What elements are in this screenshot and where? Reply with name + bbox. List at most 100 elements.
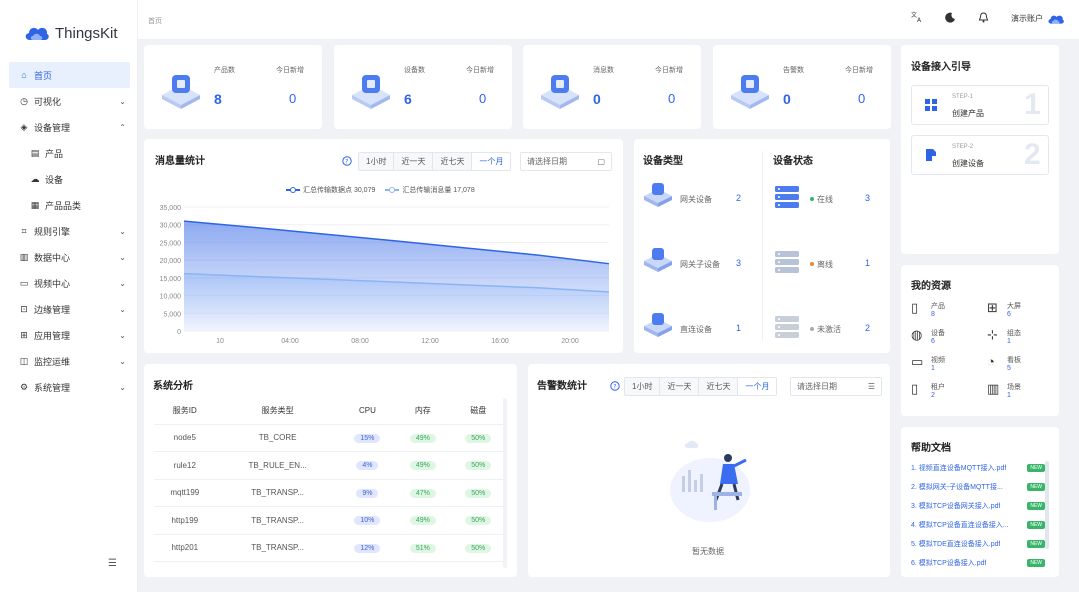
sidebar-item-6[interactable]: ⌗ 规则引擎 ⌄ bbox=[9, 218, 130, 244]
help-doc-link[interactable]: 6. 模拟TCP设备接入.pdf NEW bbox=[911, 558, 1045, 568]
resource-6[interactable]: ▯ 租户 2 bbox=[911, 382, 945, 400]
x-tick-label: 20:00 bbox=[561, 338, 579, 345]
device-type-title: 设备类型 bbox=[643, 156, 683, 167]
resource-0[interactable]: ▯ 产品 8 bbox=[911, 301, 945, 319]
help-circle-icon[interactable]: ? bbox=[342, 156, 352, 166]
stat-today-label: 今日新增 bbox=[845, 67, 873, 74]
legend-dot bbox=[389, 187, 396, 193]
logo[interactable]: ThingsKit bbox=[24, 24, 118, 42]
guide-step-0[interactable]: STEP-1 创建产品 1 bbox=[911, 85, 1049, 125]
table-row: rule12 TB_RULE_EN... 4% 49% 50% bbox=[154, 451, 506, 480]
message-date-picker[interactable]: 请选择日期 ▢ bbox=[520, 152, 612, 171]
usage-pill: 50% bbox=[465, 543, 492, 553]
video-icon: ▭ bbox=[19, 277, 29, 288]
guide-step-name: 创建设备 bbox=[952, 159, 984, 168]
table-cell: http201 bbox=[154, 534, 216, 562]
bell-icon[interactable] bbox=[978, 11, 989, 26]
legend-swatch bbox=[385, 187, 400, 193]
legend-swatch bbox=[286, 187, 300, 193]
sidebar-item-1[interactable]: ◷ 可视化 ⌄ bbox=[9, 88, 130, 114]
table-row: http199 TB_TRANSP... 10% 49% 50% bbox=[154, 506, 506, 535]
sidebar-item-9[interactable]: ⊡ 边缘管理 ⌄ bbox=[9, 296, 130, 322]
tab-0[interactable]: 1小时 bbox=[359, 153, 395, 170]
resource-1[interactable]: ⊞ 大屏 6 bbox=[987, 301, 1021, 319]
device-type-icon-0 bbox=[642, 180, 674, 211]
cell-text: rule12 bbox=[173, 460, 196, 470]
stat-title: 设备数 bbox=[404, 67, 425, 74]
monitor-icon: ◫ bbox=[19, 355, 29, 366]
resource-3[interactable]: ⊹ 组态 1 bbox=[987, 328, 1021, 346]
sidebar-item-label: 监控运维 bbox=[34, 356, 71, 367]
y-tick-label: 20,000 bbox=[160, 258, 182, 265]
help-doc-link[interactable]: 4. 模拟TCP设备直连设备接入... NEW bbox=[911, 520, 1045, 530]
svg-text:?: ? bbox=[345, 158, 348, 165]
help-doc-link[interactable]: 2. 模拟网关-子设备MQTT接... NEW bbox=[911, 482, 1045, 492]
table-cell: 49% bbox=[395, 424, 451, 452]
category-icon: ▦ bbox=[30, 199, 40, 210]
resource-value: 2 bbox=[931, 392, 935, 399]
sidebar-item-7[interactable]: ▥ 数据中心 ⌄ bbox=[9, 244, 130, 270]
tab-1[interactable]: 近一天 bbox=[394, 153, 434, 170]
sidebar-item-12[interactable]: ⚙ 系统管理 ⌄ bbox=[9, 374, 130, 400]
tab-2[interactable]: 近七天 bbox=[699, 378, 739, 395]
legend-item-1[interactable]: 汇总传输消息量 17,078 bbox=[385, 185, 475, 195]
sidebar-item-3[interactable]: ▤ 产品 bbox=[9, 140, 130, 166]
sidebar-item-10[interactable]: ⊞ 应用管理 ⌄ bbox=[9, 322, 130, 348]
device-status-value: 2 bbox=[865, 323, 871, 333]
resource-text: 租户 2 bbox=[931, 382, 945, 399]
sidebar-item-0[interactable]: ⌂ 首页 bbox=[9, 62, 130, 88]
chart-legend: 汇总传输数据点 30,079 汇总传输消息量 17,078 bbox=[286, 185, 475, 195]
stat-value: 0 bbox=[783, 91, 791, 107]
tab-1[interactable]: 近一天 bbox=[660, 378, 700, 395]
resource-7[interactable]: ▥ 场景 1 bbox=[987, 382, 1021, 400]
settings-icon: ⚙ bbox=[19, 381, 29, 392]
device-status-label: 在线 bbox=[817, 195, 833, 204]
help-doc-link[interactable]: 3. 模拟TCP设备网关接入.pdf NEW bbox=[911, 501, 1045, 511]
alarm-help-icon[interactable]: ? bbox=[610, 381, 620, 391]
new-badge: NEW bbox=[1027, 502, 1045, 510]
sidebar-item-2[interactable]: ◈ 设备管理 ⌃ bbox=[9, 114, 130, 140]
docs-scrollbar[interactable] bbox=[1045, 461, 1049, 549]
tab-3[interactable]: 一个月 bbox=[738, 378, 777, 395]
stat-icon-3 bbox=[727, 69, 773, 112]
resource-4[interactable]: ▭ 视频 1 bbox=[911, 354, 945, 373]
message-time-tabs: 1小时 近一天 近七天 一个月 bbox=[358, 152, 512, 171]
table-scrollbar[interactable] bbox=[503, 398, 507, 568]
sidebar-item-8[interactable]: ▭ 视频中心 ⌄ bbox=[9, 270, 130, 296]
video-res-icon: ▭ bbox=[911, 354, 924, 369]
help-doc-link[interactable]: 5. 模拟TDE直连设备接入.pdf NEW bbox=[911, 539, 1045, 549]
help-docs-title: 帮助文档 bbox=[911, 443, 951, 454]
help-doc-link[interactable]: 1. 视频直连设备MQTT接入.pdf NEW bbox=[911, 463, 1045, 473]
status-dot bbox=[810, 327, 814, 331]
collapse-menu-icon[interactable]: ☰ bbox=[108, 558, 117, 569]
svg-text:A: A bbox=[917, 17, 922, 23]
doc-title: 1. 视频直连设备MQTT接入.pdf bbox=[911, 465, 1007, 472]
alarm-date-picker[interactable]: 请选择日期 ☰ bbox=[790, 377, 882, 396]
usage-pill: 4% bbox=[356, 461, 379, 471]
usage-pill: 50% bbox=[465, 433, 492, 443]
legend-dot bbox=[290, 187, 296, 193]
alarm-stats-title: 告警数统计 bbox=[537, 381, 587, 392]
guide-step-name: 创建产品 bbox=[952, 109, 984, 118]
legend-item-0[interactable]: 汇总传输数据点 30,079 bbox=[286, 185, 375, 195]
tab-3[interactable]: 一个月 bbox=[472, 153, 511, 170]
sidebar-item-5[interactable]: ▦ 产品品类 bbox=[9, 192, 130, 218]
table-cell: 51% bbox=[395, 534, 451, 562]
chevron-icon: ⌄ bbox=[119, 304, 126, 314]
sidebar-item-11[interactable]: ◫ 监控运维 ⌄ bbox=[9, 348, 130, 374]
app-name: ThingsKit bbox=[55, 24, 118, 42]
chevron-icon: ⌄ bbox=[119, 382, 126, 392]
resource-2[interactable]: ◍ 设备 6 bbox=[911, 328, 945, 346]
resource-value: 8 bbox=[931, 311, 935, 318]
resource-5[interactable]: ◔ 看板 5 bbox=[987, 355, 1021, 373]
translate-icon[interactable]: 文A bbox=[911, 11, 923, 26]
user-menu[interactable]: 演示账户 bbox=[1011, 13, 1065, 25]
sidebar-item-label: 首页 bbox=[34, 70, 53, 81]
stat-today-value: 0 bbox=[289, 91, 297, 106]
tab-2[interactable]: 近七天 bbox=[433, 153, 473, 170]
usage-pill: 49% bbox=[409, 516, 436, 526]
sidebar-item-4[interactable]: ☁ 设备 bbox=[9, 166, 130, 192]
dark-mode-icon[interactable] bbox=[945, 12, 956, 26]
tab-0[interactable]: 1小时 bbox=[625, 378, 661, 395]
guide-step-1[interactable]: STEP-2 创建设备 2 bbox=[911, 135, 1049, 175]
